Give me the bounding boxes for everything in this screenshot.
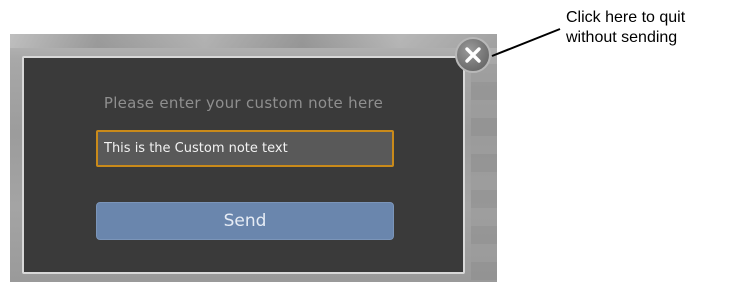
callout-annotation: Click here to quit without sending (566, 8, 750, 48)
callout-line-2: without sending (566, 29, 678, 46)
screenshot-stage: Please enter your custom note here Send … (0, 0, 750, 282)
callout-line-1: Click here to quit (566, 9, 686, 26)
